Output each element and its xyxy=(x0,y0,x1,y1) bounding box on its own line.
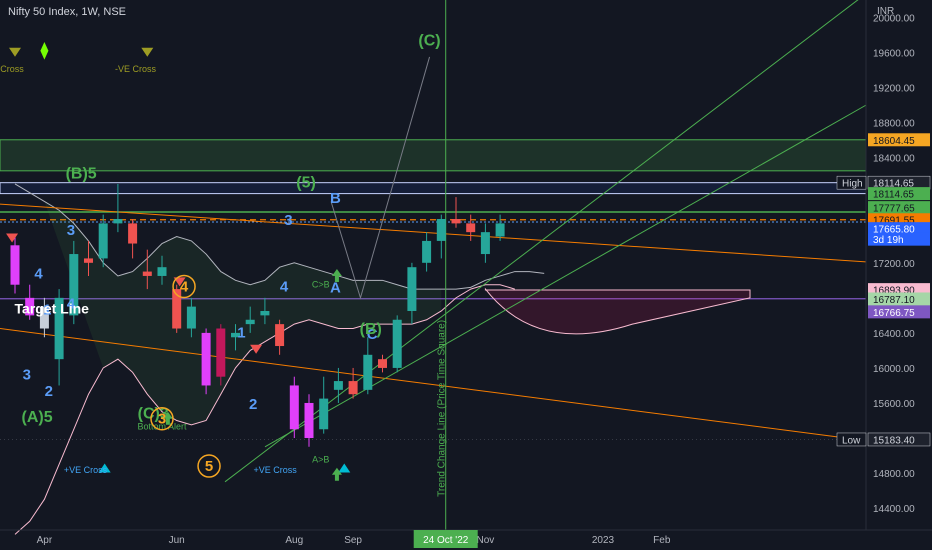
wave-label: Cross xyxy=(0,64,24,74)
wave-label: C>B xyxy=(312,279,330,289)
price-tick-label: 18400.00 xyxy=(873,154,915,165)
price-label-text: 18604.45 xyxy=(873,136,915,147)
wave-label: A>B xyxy=(312,455,329,465)
candle[interactable] xyxy=(201,328,211,395)
candle-body xyxy=(407,267,417,311)
candle-body xyxy=(245,319,255,325)
candle-body xyxy=(495,223,505,237)
wave-label: (B) xyxy=(360,321,382,338)
candle-body xyxy=(142,271,152,276)
candle-body xyxy=(392,319,402,368)
price-tick-label: 14400.00 xyxy=(873,504,915,515)
wave-label: 4 xyxy=(34,266,43,283)
wave-label: -VE Cross xyxy=(115,64,157,74)
candle-body xyxy=(451,219,461,224)
candle-body xyxy=(216,328,226,377)
time-tick-label: Sep xyxy=(344,535,362,546)
price-label-text: High xyxy=(842,179,863,190)
price-tick-label: 17200.00 xyxy=(873,259,915,270)
candle-body xyxy=(466,223,476,233)
trend-change-label: Trend Change Line (Price Time Square) xyxy=(436,320,447,497)
chart-title: Nifty 50 Index, 1W, NSE xyxy=(8,6,126,18)
wave-label: 3 xyxy=(23,366,31,383)
candle-body xyxy=(363,354,373,390)
price-tick-label: 19200.00 xyxy=(873,84,915,95)
candle-body xyxy=(260,310,270,316)
wave-label: 2 xyxy=(45,383,53,400)
wave-label: (A)5 xyxy=(21,409,52,426)
candle-body xyxy=(128,223,138,244)
candle-body xyxy=(348,381,358,395)
price-tick-label: 14800.00 xyxy=(873,469,915,480)
circled-wave-label: 3 xyxy=(158,411,166,428)
wave-label: (5) xyxy=(296,174,316,191)
candle-body xyxy=(157,267,167,276)
price-tick-label: 16400.00 xyxy=(873,329,915,340)
price-tick-label: 18800.00 xyxy=(873,119,915,130)
time-tick-label: Nov xyxy=(477,535,495,546)
candle[interactable] xyxy=(392,315,402,373)
candle-body xyxy=(422,240,432,263)
circled-wave-label: 4 xyxy=(180,278,189,295)
price-label-text: 16766.75 xyxy=(873,308,915,319)
candle-body xyxy=(113,219,123,224)
candle-body xyxy=(480,232,490,255)
wave-label: +VE Cross xyxy=(254,465,298,475)
price-tick-label: 15600.00 xyxy=(873,399,915,410)
candle-body xyxy=(436,219,446,241)
price-tick-label: 16000.00 xyxy=(873,364,915,375)
currency-label: INR xyxy=(877,6,895,17)
wave-label: Target Line xyxy=(15,301,90,317)
candle-body xyxy=(289,385,299,430)
candle-body xyxy=(275,324,285,347)
resistance-zone xyxy=(0,139,867,172)
wave-label: +VE Cross xyxy=(64,465,108,475)
candle-body xyxy=(378,359,387,368)
wave-label: (C) xyxy=(418,33,440,50)
candle[interactable] xyxy=(289,376,299,439)
price-axis-panel xyxy=(866,0,932,550)
candle-body xyxy=(201,332,211,386)
price-label-text: 16787.10 xyxy=(873,295,915,306)
wave-label: 4 xyxy=(280,279,289,296)
wave-label: A xyxy=(330,280,341,297)
time-tick-label: 2023 xyxy=(592,535,615,546)
wave-label: 2 xyxy=(249,396,257,413)
price-label-text: 15183.40 xyxy=(873,435,915,446)
time-tick-label: Aug xyxy=(285,535,303,546)
circled-wave-label: 5 xyxy=(205,458,213,475)
price-tick-label: 19600.00 xyxy=(873,49,915,60)
time-tick-label: Apr xyxy=(37,535,53,546)
time-marker-label: 24 Oct '22 xyxy=(423,535,469,546)
candle-body xyxy=(304,402,314,439)
candle-body xyxy=(333,381,343,390)
high-zone xyxy=(0,182,867,195)
candle-body xyxy=(319,398,329,430)
price-label-text: 3d 19h xyxy=(873,235,904,246)
chart-canvas[interactable]: (B)5(5)B3344411322AC(B)(C)(A)5 (C)3Target… xyxy=(0,0,932,550)
candle-body xyxy=(98,223,108,259)
candle-body xyxy=(186,306,196,329)
wave-label: 3 xyxy=(67,222,75,239)
time-tick-label: Jun xyxy=(169,535,185,546)
wave-label: B xyxy=(330,190,341,207)
candle[interactable] xyxy=(216,324,226,386)
wave-label: 3 xyxy=(284,212,292,229)
price-label-text: Low xyxy=(842,435,861,446)
candle-body xyxy=(10,245,20,285)
wave-label: (B)5 xyxy=(66,166,97,183)
wave-label: 1 xyxy=(237,324,245,341)
time-tick-label: Feb xyxy=(653,535,671,546)
candle-body xyxy=(84,258,93,263)
price-label-text: 18114.65 xyxy=(873,190,914,201)
price-label-text: 17777.65 xyxy=(873,204,915,215)
